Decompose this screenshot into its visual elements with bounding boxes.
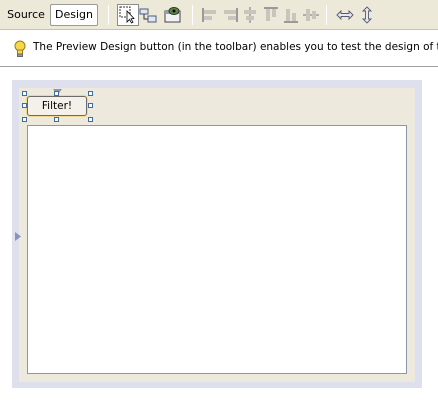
connection-mode-icon[interactable] [139,6,157,24]
same-height-icon[interactable] [358,6,376,24]
resize-handle[interactable] [22,91,27,96]
resize-handle[interactable] [88,103,93,108]
selection-mode-icon[interactable] [117,4,139,26]
resize-handle[interactable] [88,91,93,96]
lightbulb-icon [13,40,27,58]
same-width-icon[interactable] [336,6,354,24]
resize-handle[interactable] [54,91,59,96]
hint-message: The Preview Design button (in the toolba… [33,41,438,53]
toolbar-separator [192,5,193,25]
resize-handle[interactable] [22,117,27,122]
center-horizontally-icon[interactable] [241,6,259,24]
align-bottom-icon[interactable] [282,6,300,24]
tab-source[interactable]: Source [4,5,48,25]
toolbar-separator [326,5,327,25]
tab-design[interactable]: Design [50,4,98,26]
center-vertically-icon[interactable] [302,6,320,24]
resize-handle[interactable] [22,103,27,108]
results-panel[interactable] [27,125,407,374]
align-right-icon[interactable] [221,6,239,24]
hint-bar: The Preview Design button (in the toolba… [0,31,438,67]
resize-handle[interactable] [54,117,59,122]
align-left-icon[interactable] [201,6,219,24]
filter-button[interactable]: Filter! [27,96,87,116]
anchor-left-icon[interactable] [15,231,21,241]
designer-toolbar: Source Design [0,0,438,30]
toolbar-separator [108,5,109,25]
preview-design-icon[interactable] [164,6,182,24]
resize-handle[interactable] [88,117,93,122]
align-top-icon[interactable] [262,6,280,24]
